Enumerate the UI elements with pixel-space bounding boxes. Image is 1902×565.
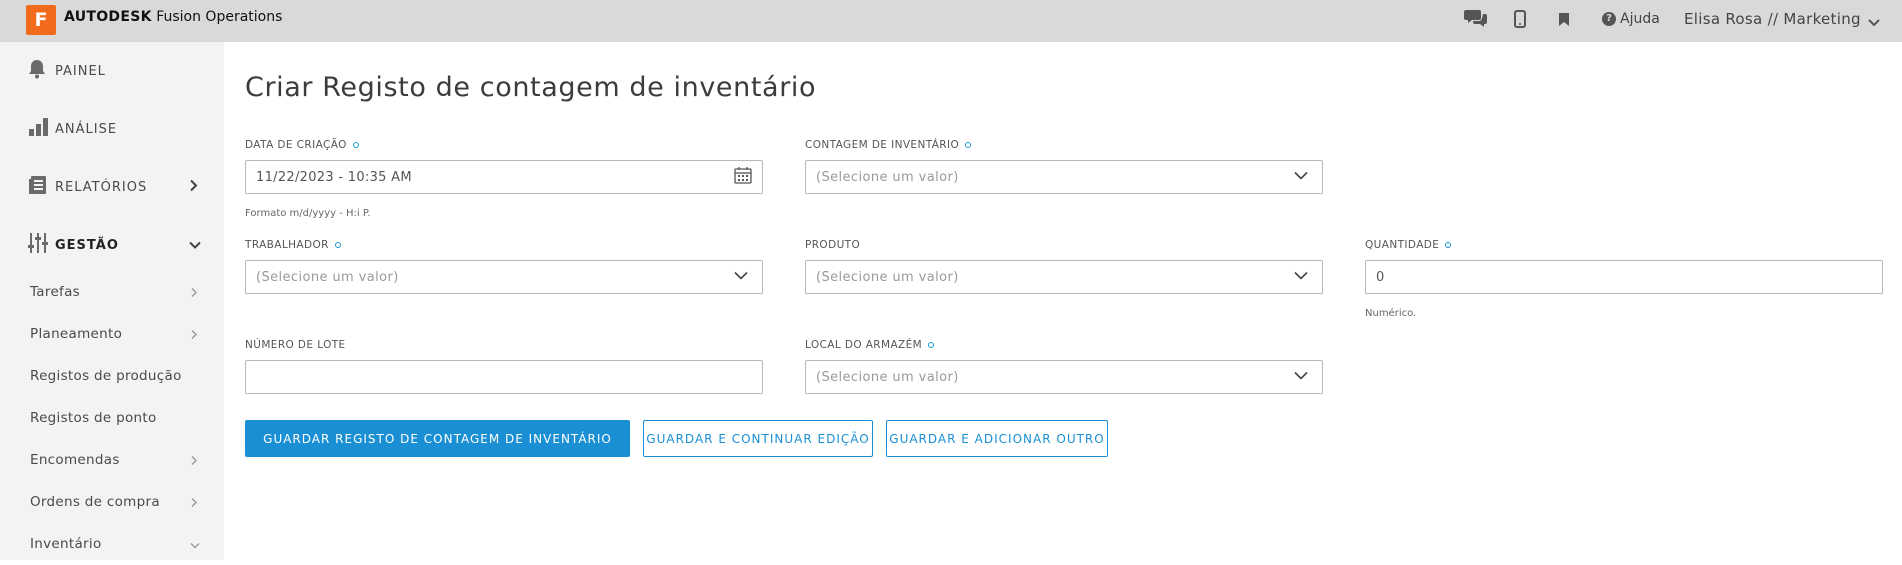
page-title: Criar Registo de contagem de inventário (245, 72, 817, 103)
sidebar-item-label: Planeamento (30, 326, 123, 342)
sidebar-item-painel[interactable]: PAINEL (0, 42, 224, 100)
chevron-down-icon (734, 270, 748, 285)
sidebar-item-tarefas[interactable]: Tarefas (0, 271, 224, 313)
chevron-right-icon (190, 325, 198, 344)
chevron-down-icon (1294, 170, 1308, 185)
sidebar-item-inventario[interactable]: Inventário (0, 523, 224, 565)
help-label: Ajuda (1620, 11, 1660, 27)
lot-number-field[interactable] (245, 360, 763, 394)
warehouse-label-text: LOCAL DO ARMAZÉM (805, 339, 923, 351)
sidebar-item-label: RELATÓRIOS (55, 179, 148, 195)
bell-icon (28, 59, 46, 83)
chevron-down-icon (189, 236, 201, 255)
sidebar: PAINEL ANÁLISE RELATÓRIOS GESTÃO Tarefas… (0, 42, 224, 560)
date-hint: Formato m/d/yyyy - H:i P. (245, 208, 371, 219)
mobile-icon[interactable] (1514, 10, 1526, 32)
quantity-label-text: QUANTIDADE (1365, 239, 1440, 251)
sidebar-item-label: Tarefas (30, 284, 81, 300)
worker-label: TRABALHADOR (245, 239, 341, 251)
quantity-value: 0 (1376, 269, 1385, 285)
product-placeholder: (Selecione um valor) (816, 269, 959, 285)
reports-icon (28, 175, 48, 199)
warehouse-select[interactable]: (Selecione um valor) (805, 360, 1323, 394)
chevron-down-icon[interactable] (1867, 13, 1881, 32)
inventory-count-label-text: CONTAGEM DE INVENTÁRIO (805, 139, 960, 151)
chevron-right-icon (190, 451, 198, 470)
sidebar-item-gestao[interactable]: GESTÃO (0, 216, 224, 274)
chevron-down-icon (1294, 270, 1308, 285)
date-label: DATA DE CRIAÇÃO (245, 139, 359, 151)
quantity-field[interactable]: 0 (1365, 260, 1883, 294)
sidebar-item-registos-ponto[interactable]: Registos de ponto (0, 397, 224, 439)
save-add-another-button[interactable]: GUARDAR E ADICIONAR OUTRO (886, 420, 1108, 457)
chevron-down-icon (190, 535, 200, 554)
worker-select[interactable]: (Selecione um valor) (245, 260, 763, 294)
sidebar-item-label: Registos de ponto (30, 410, 157, 426)
chevron-right-icon (189, 178, 199, 197)
sidebar-item-ordens-compra[interactable]: Ordens de compra (0, 481, 224, 523)
product-label-text: PRODUTO (805, 239, 861, 251)
user-menu[interactable]: Elisa Rosa // Marketing (1684, 10, 1861, 28)
required-icon (965, 142, 972, 148)
date-label-text: DATA DE CRIAÇÃO (245, 139, 347, 151)
lot-number-label: NÚMERO DE LOTE (245, 339, 346, 351)
save-continue-button[interactable]: GUARDAR E CONTINUAR EDIÇÃO (643, 420, 873, 457)
chevron-right-icon (190, 493, 198, 512)
required-icon (928, 342, 935, 348)
sidebar-item-planeamento[interactable]: Planeamento (0, 313, 224, 355)
lot-number-label-text: NÚMERO DE LOTE (245, 339, 346, 351)
sidebar-item-label: Inventário (30, 536, 102, 552)
help-icon: ? (1602, 12, 1616, 26)
bookmark-icon[interactable] (1558, 12, 1570, 31)
sidebar-item-label: Ordens de compra (30, 494, 160, 510)
brand-product: Fusion Operations (156, 9, 283, 25)
save-inventory-count-button[interactable]: GUARDAR REGISTO DE CONTAGEM DE INVENTÁRI… (245, 420, 630, 457)
inventory-count-placeholder: (Selecione um valor) (816, 169, 959, 185)
date-value: 11/22/2023 - 10:35 AM (256, 169, 412, 185)
chevron-down-icon (1294, 370, 1308, 385)
product-label: PRODUTO (805, 239, 860, 251)
sidebar-item-encomendas[interactable]: Encomendas (0, 439, 224, 481)
sliders-icon (28, 232, 48, 258)
top-bar: F AUTODESK Fusion Operations ? Ajuda Eli… (0, 0, 1902, 42)
worker-label-text: TRABALHADOR (245, 239, 329, 251)
quantity-label: QUANTIDADE (1365, 239, 1452, 251)
brand-bold: AUTODESK (64, 9, 152, 25)
sidebar-item-label: PAINEL (55, 63, 106, 79)
bar-chart-icon (28, 117, 48, 141)
quantity-hint: Numérico. (1365, 308, 1417, 319)
help-link[interactable]: ? Ajuda (1602, 11, 1660, 27)
fusion-logo[interactable]: F (26, 5, 56, 35)
inventory-count-select[interactable]: (Selecione um valor) (805, 160, 1323, 194)
sidebar-item-label: Registos de produção (30, 368, 182, 384)
sidebar-item-analise[interactable]: ANÁLISE (0, 100, 224, 158)
warehouse-placeholder: (Selecione um valor) (816, 369, 959, 385)
sidebar-item-label: ANÁLISE (55, 121, 118, 137)
date-field[interactable]: 11/22/2023 - 10:35 AM (245, 160, 763, 194)
required-icon (1445, 242, 1452, 248)
warehouse-label: LOCAL DO ARMAZÉM (805, 339, 935, 351)
worker-placeholder: (Selecione um valor) (256, 269, 399, 285)
required-icon (352, 142, 359, 148)
sidebar-item-relatorios[interactable]: RELATÓRIOS (0, 158, 224, 216)
sidebar-item-label: GESTÃO (55, 237, 119, 253)
product-select[interactable]: (Selecione um valor) (805, 260, 1323, 294)
calendar-icon[interactable] (734, 166, 752, 188)
brand-name: AUTODESK Fusion Operations (64, 9, 282, 25)
inventory-count-label: CONTAGEM DE INVENTÁRIO (805, 139, 972, 151)
chat-icon[interactable] (1464, 8, 1488, 32)
sidebar-item-registos-producao[interactable]: Registos de produção (0, 355, 224, 397)
chevron-right-icon (190, 283, 198, 302)
required-icon (334, 242, 341, 248)
sidebar-item-label: Encomendas (30, 452, 120, 468)
